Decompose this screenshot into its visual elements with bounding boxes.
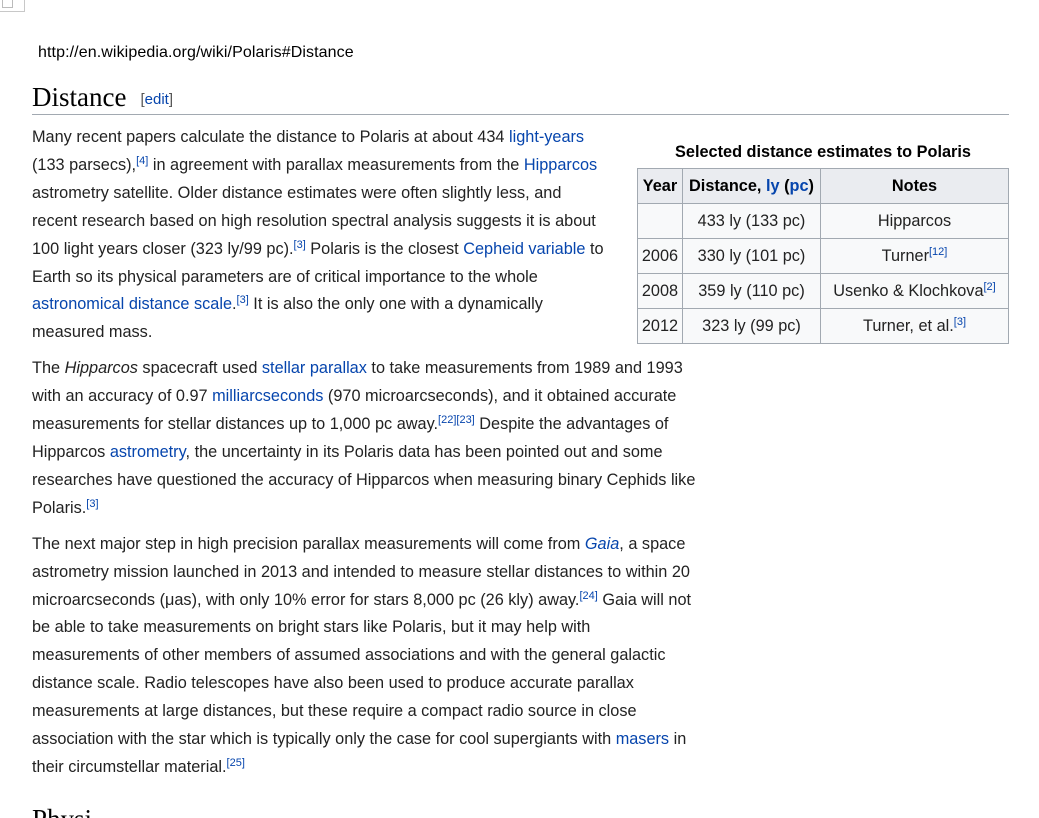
reference-link[interactable]: [3] (86, 498, 98, 510)
cell-notes: Turner[12] (820, 238, 1009, 274)
text: Polaris is the closest (305, 239, 464, 258)
text: The (32, 359, 65, 378)
edit-section-link[interactable]: [edit] (140, 91, 173, 108)
edit-bracket-close: ] (168, 91, 173, 108)
cell-distance: 433 ly (133 pc) (682, 203, 821, 239)
reference-link[interactable]: [3] (294, 239, 306, 251)
reference-link[interactable]: [25] (227, 757, 245, 769)
table-row: 2008 359 ly (110 pc) Usenko & Klochkova[… (637, 273, 1009, 309)
reference-link[interactable]: [12] (929, 246, 947, 258)
milliarcseconds-link[interactable]: milliarcseconds (212, 387, 323, 405)
hipparcos-italic: Hipparcos (64, 359, 138, 378)
stellar-parallax-link[interactable]: stellar parallax (262, 359, 367, 377)
header-distance-label: Distance, (689, 177, 766, 195)
header-year: Year (637, 168, 683, 204)
reference-link[interactable]: [2] (984, 281, 996, 293)
cell-year: 2012 (637, 308, 683, 344)
text: (133 parsecs), (32, 155, 137, 174)
table-row: 2012 323 ly (99 pc) Turner, et al.[3] (637, 308, 1009, 344)
cell-notes: Usenko & Klochkova[2] (820, 273, 1009, 309)
next-section-heading: Physical (32, 806, 92, 818)
table-caption: Selected distance estimates to Polaris (675, 143, 971, 161)
light-years-link[interactable]: light-years (509, 128, 584, 146)
reference-link[interactable]: [24] (579, 590, 597, 602)
edit-label[interactable]: edit (145, 91, 169, 108)
cell-distance: 330 ly (101 pc) (682, 238, 821, 274)
page-url: http://en.wikipedia.org/wiki/Polaris#Dis… (38, 44, 354, 61)
astrometry-link[interactable]: astrometry (110, 443, 186, 461)
distance-table: Year Distance, ly (pc) Notes 433 ly (133… (637, 168, 1009, 344)
text: Many recent papers calculate the distanc… (32, 128, 509, 146)
cell-notes: Turner, et al.[3] (820, 308, 1009, 344)
reference-link[interactable]: [4] (136, 155, 148, 167)
reference-link[interactable]: [3] (237, 294, 249, 306)
cell-distance: 323 ly (99 pc) (682, 308, 821, 344)
reference-link[interactable]: [22] (438, 414, 456, 426)
astronomical-distance-scale-link[interactable]: astronomical distance scale (32, 295, 232, 313)
cell-distance: 359 ly (110 pc) (682, 273, 821, 309)
header-notes: Notes (820, 168, 1009, 204)
cell-year: 2006 (637, 238, 683, 274)
cell-notes: Hipparcos (820, 203, 1009, 239)
section-heading: Distance [edit] (32, 82, 1009, 115)
notes-text: Turner, et al. (862, 317, 954, 335)
header-distance: Distance, ly (pc) (682, 168, 821, 204)
table-row: 2006 330 ly (101 pc) Turner[12] (637, 238, 1009, 274)
distance-table-box: Selected distance estimates to Polaris Y… (637, 124, 1009, 344)
cell-year (637, 203, 683, 239)
pc-link[interactable]: pc (790, 177, 809, 195)
window-corner (0, 0, 25, 12)
window-corner-icon (2, 0, 13, 8)
text: spacecraft used (137, 359, 262, 378)
hipparcos-link[interactable]: Hipparcos (524, 156, 597, 174)
masers-link[interactable]: masers (616, 730, 669, 748)
reference-link[interactable]: [3] (954, 316, 966, 328)
section-title: Distance (32, 82, 127, 112)
text: in agreement with parallax measurements … (148, 155, 524, 174)
table-header-row: Year Distance, ly (pc) Notes (637, 168, 1009, 204)
notes-text: Hipparcos (877, 212, 952, 230)
table-row: 433 ly (133 pc) Hipparcos (637, 203, 1009, 239)
text: Gaia will not be able to take measuremen… (32, 590, 692, 749)
paragraph-2: The Hipparcos spacecraft used stellar pa… (32, 355, 697, 522)
header-paren-close: ) (808, 177, 814, 195)
header-paren-open: ( (779, 177, 790, 195)
ly-link[interactable]: ly (766, 177, 780, 195)
cell-year: 2008 (637, 273, 683, 309)
text: The next major step in high precision pa… (32, 534, 585, 553)
gaia-link-label[interactable]: Gaia (585, 535, 619, 553)
paragraph-1: Many recent papers calculate the distanc… (32, 124, 610, 347)
notes-text: Usenko & Klochkova (833, 282, 984, 300)
reference-link[interactable]: [23] (456, 414, 474, 426)
notes-text: Turner (881, 247, 929, 265)
gaia-link[interactable]: Gaia (585, 535, 619, 553)
paragraph-3: The next major step in high precision pa… (32, 531, 700, 782)
cepheid-variable-link[interactable]: Cepheid variable (463, 240, 585, 258)
article-content: Selected distance estimates to Polaris Y… (32, 124, 1012, 790)
